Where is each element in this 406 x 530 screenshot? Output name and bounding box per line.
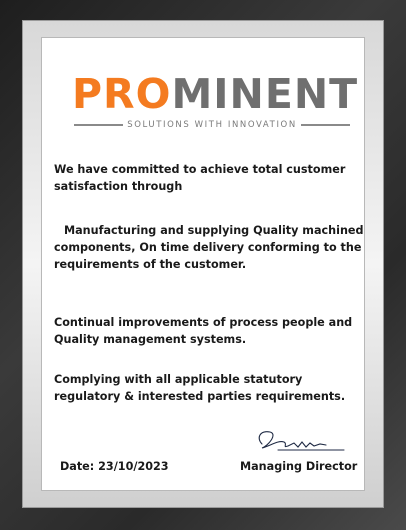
logo-word-minent: MINENT	[171, 70, 359, 118]
policy-paragraph-improvement: Continual improvements of process people…	[54, 316, 353, 346]
tagline-left-rule	[74, 124, 124, 126]
logo-tagline-row: SOLUTIONS WITH INNOVATION	[74, 118, 351, 132]
logo-word-pro: PRO	[72, 70, 172, 118]
policy-paragraph-intro: We have committed to achieve total custo…	[54, 163, 346, 193]
signatory-title: Managing Director	[240, 460, 358, 473]
policy-paragraph-manufacturing: Manufacturing and supplying Quality mach…	[54, 224, 364, 271]
tagline-right-rule	[300, 124, 351, 126]
logo-wordmark: PROMINENT	[72, 70, 357, 118]
signature-icon	[258, 431, 345, 451]
company-logo: PROMINENT SOLUTIONS WITH INNOVATION	[72, 70, 357, 134]
logo-tagline: SOLUTIONS WITH INNOVATION	[127, 120, 297, 130]
policy-paragraph-compliance: Complying with all applicable statutory …	[54, 373, 346, 403]
document-date: Date: 23/10/2023	[60, 460, 169, 473]
